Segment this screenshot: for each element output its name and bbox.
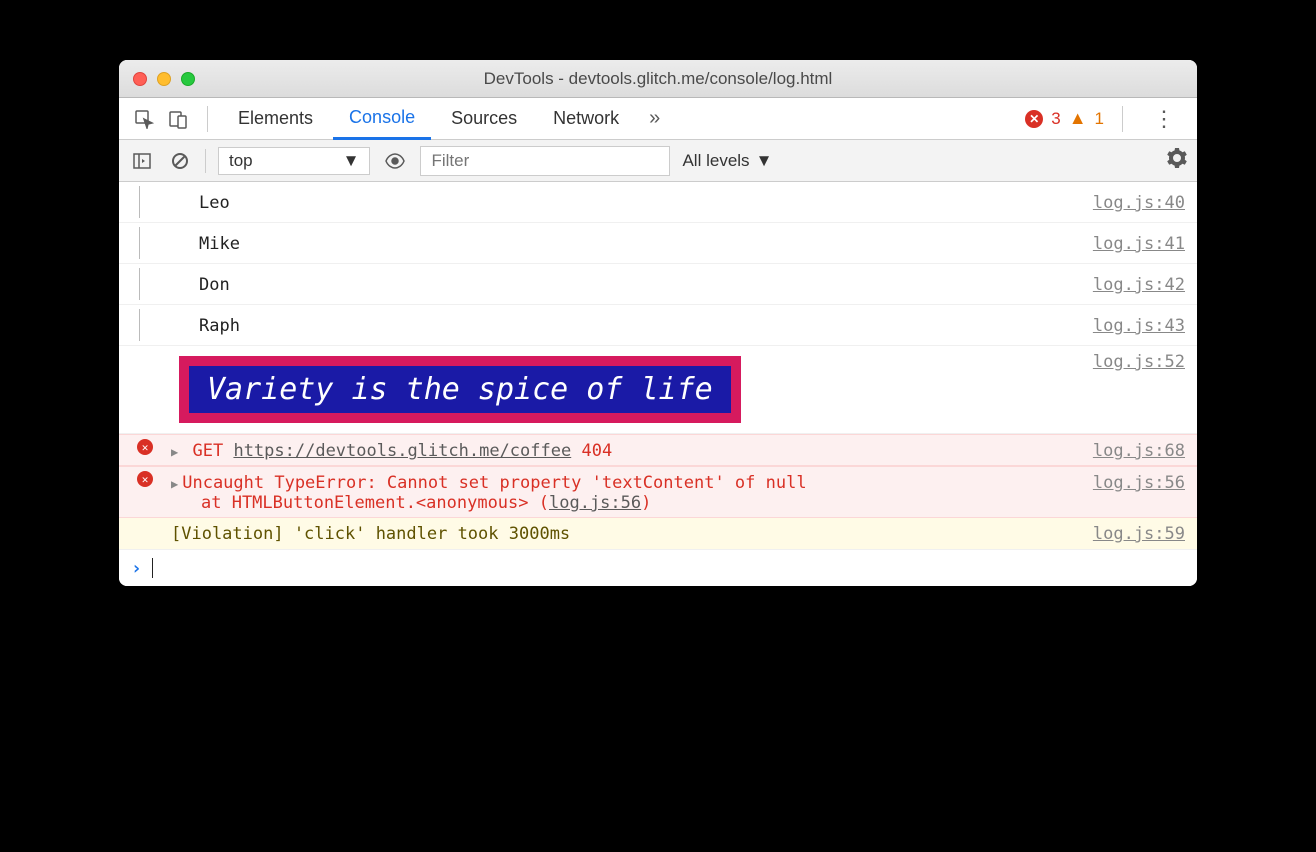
log-text: Mike	[199, 232, 1093, 254]
clear-console-icon[interactable]	[167, 148, 193, 174]
divider	[207, 106, 208, 132]
styled-log-text: Variety is the spice of life	[179, 356, 741, 423]
stack-link[interactable]: log.js:56	[549, 493, 641, 513]
stack-suffix: )	[641, 493, 651, 513]
log-source-link[interactable]: log.js:42	[1093, 273, 1185, 295]
warning-count[interactable]: 1	[1095, 109, 1104, 129]
console-messages: Leo log.js:40 Mike log.js:41 Don log.js:…	[119, 182, 1197, 586]
kebab-menu-icon[interactable]: ⋮	[1141, 106, 1187, 132]
log-text: Don	[199, 273, 1093, 295]
expand-triangle-icon[interactable]: ▶	[171, 445, 178, 459]
settings-gear-icon[interactable]	[1167, 148, 1187, 174]
error-entry[interactable]: ✕ ▶ Uncaught TypeError: Cannot set proper…	[119, 466, 1197, 518]
context-value: top	[229, 151, 253, 171]
tree-indent	[139, 268, 199, 300]
log-source-link[interactable]: log.js:40	[1093, 191, 1185, 213]
console-toolbar: top ▼ All levels ▼	[119, 140, 1197, 182]
log-source-link[interactable]: log.js:41	[1093, 232, 1185, 254]
log-source-link[interactable]: log.js:52	[1093, 350, 1185, 372]
log-entry[interactable]: Mike log.js:41	[119, 223, 1197, 264]
tree-indent	[139, 309, 199, 341]
toggle-sidebar-icon[interactable]	[129, 148, 155, 174]
stack-prefix: at HTMLButtonElement.<anonymous> (	[201, 493, 549, 513]
log-gutter: ✕	[119, 439, 171, 455]
prompt-caret-icon: ›	[131, 558, 142, 579]
divider	[205, 149, 206, 173]
log-source-link[interactable]: log.js:68	[1093, 439, 1185, 461]
log-source-link[interactable]: log.js:43	[1093, 314, 1185, 336]
eye-icon[interactable]	[382, 148, 408, 174]
maximize-button[interactable]	[181, 72, 195, 86]
error-icon: ✕	[137, 471, 153, 487]
tree-indent	[139, 186, 199, 218]
tabbar: Elements Console Sources Network » ✕ 3 ▲…	[119, 98, 1197, 140]
close-button[interactable]	[133, 72, 147, 86]
levels-label: All levels	[682, 151, 749, 171]
chevron-down-icon: ▼	[343, 151, 360, 171]
error-line1: Uncaught TypeError: Cannot set property …	[182, 473, 806, 493]
tab-console[interactable]: Console	[333, 98, 431, 140]
error-entry[interactable]: ✕ ▶ GET https://devtools.glitch.me/coffe…	[119, 434, 1197, 466]
divider	[1122, 106, 1123, 132]
error-message: ▶ GET https://devtools.glitch.me/coffee …	[171, 439, 1093, 461]
chevron-down-icon: ▼	[756, 151, 773, 171]
tab-network[interactable]: Network	[537, 98, 635, 140]
error-url[interactable]: https://devtools.glitch.me/coffee	[233, 441, 571, 461]
error-icon: ✕	[137, 439, 153, 455]
log-gutter: ✕	[119, 471, 171, 487]
text-cursor	[152, 558, 153, 578]
log-text: Raph	[199, 314, 1093, 336]
window-title: DevTools - devtools.glitch.me/console/lo…	[119, 69, 1197, 89]
log-levels-select[interactable]: All levels ▼	[682, 151, 772, 171]
tabs-overflow[interactable]: »	[639, 107, 670, 130]
tab-sources[interactable]: Sources	[435, 98, 533, 140]
tab-right-badges: ✕ 3 ▲ 1 ⋮	[1025, 106, 1187, 132]
log-source-link[interactable]: log.js:59	[1093, 522, 1185, 544]
http-method: GET	[192, 441, 223, 461]
log-text: Leo	[199, 191, 1093, 213]
titlebar: DevTools - devtools.glitch.me/console/lo…	[119, 60, 1197, 98]
violation-entry[interactable]: [Violation] 'click' handler took 3000ms …	[119, 518, 1197, 550]
console-prompt[interactable]: ›	[119, 550, 1197, 586]
violation-text: [Violation] 'click' handler took 3000ms	[171, 522, 1093, 544]
error-message: ▶ Uncaught TypeError: Cannot set property…	[171, 471, 1093, 513]
http-status: 404	[581, 441, 612, 461]
log-source-link[interactable]: log.js:56	[1093, 471, 1185, 493]
log-entry[interactable]: Raph log.js:43	[119, 305, 1197, 346]
expand-triangle-icon[interactable]: ▶	[171, 477, 178, 491]
tree-indent	[139, 227, 199, 259]
devtools-window: DevTools - devtools.glitch.me/console/lo…	[119, 60, 1197, 586]
traffic-lights	[133, 72, 195, 86]
log-entry-styled[interactable]: Variety is the spice of life log.js:52	[119, 346, 1197, 434]
error-count[interactable]: 3	[1051, 109, 1060, 129]
inspect-element-icon[interactable]	[129, 104, 159, 134]
stack-frame: at HTMLButtonElement.<anonymous> (log.js…	[171, 493, 1093, 513]
execution-context-select[interactable]: top ▼	[218, 147, 370, 175]
log-entry[interactable]: Don log.js:42	[119, 264, 1197, 305]
filter-input[interactable]	[420, 146, 670, 176]
warning-badge-icon: ▲	[1069, 108, 1087, 129]
log-entry[interactable]: Leo log.js:40	[119, 182, 1197, 223]
device-toolbar-icon[interactable]	[163, 104, 193, 134]
tab-elements[interactable]: Elements	[222, 98, 329, 140]
error-badge-icon: ✕	[1025, 110, 1043, 128]
minimize-button[interactable]	[157, 72, 171, 86]
